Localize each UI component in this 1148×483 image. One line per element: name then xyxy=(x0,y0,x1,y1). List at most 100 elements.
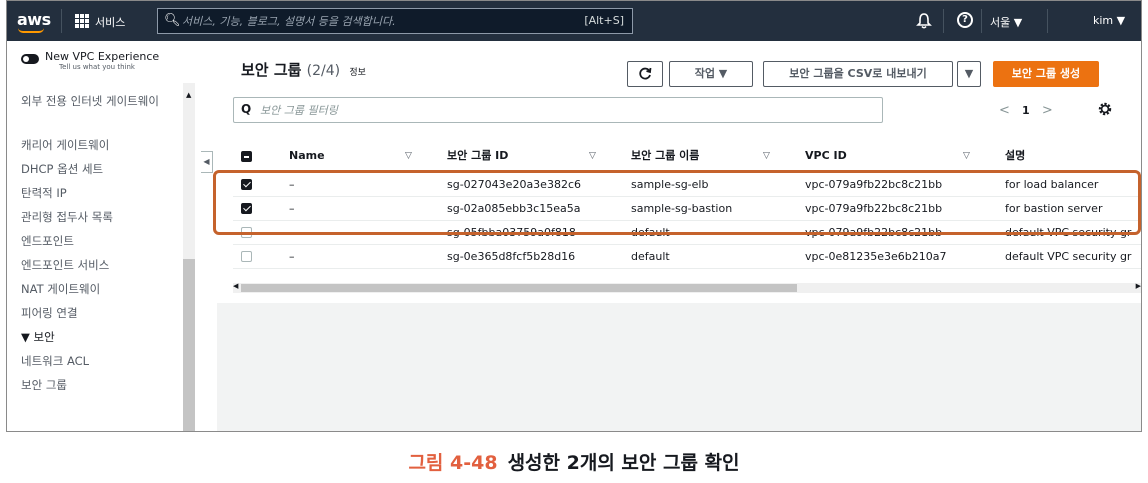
sidebar-item-prefix-lists[interactable]: 관리형 접두사 목록 xyxy=(21,209,181,233)
sort-icon[interactable]: ▽ xyxy=(763,141,770,171)
cell-sg-id[interactable]: sg-0e365d8fcf5b28d16 xyxy=(447,246,575,268)
pager-current-page[interactable]: 1 xyxy=(1022,104,1030,117)
row-checkbox[interactable] xyxy=(241,251,252,262)
cell-sg-id[interactable]: sg-027043e20a3e382c6 xyxy=(447,174,581,196)
global-search-input[interactable] xyxy=(182,12,572,30)
table-row[interactable]: – sg-027043e20a3e382c6 sample-sg-elb vpc… xyxy=(233,174,1141,197)
sidebar-item-endpoints[interactable]: 엔드포인트 xyxy=(21,233,181,257)
search-icon: 🔍︎ xyxy=(164,13,181,28)
scroll-left-icon[interactable]: ◀ xyxy=(233,282,238,290)
table-row[interactable]: – sg-0e365d8fcf5b28d16 default vpc-0e812… xyxy=(233,246,1141,269)
table-row[interactable]: – sg-05fbba03759a0f818 default vpc-079a9… xyxy=(233,222,1141,245)
col-header-name[interactable]: Name xyxy=(289,141,325,172)
select-all-checkbox[interactable] xyxy=(241,151,252,162)
col-header-vpc-id[interactable]: VPC ID xyxy=(805,141,847,172)
row-checkbox[interactable] xyxy=(241,203,252,214)
cell-description: default VPC security gr xyxy=(1005,250,1132,263)
sidebar-scrollbar-thumb[interactable] xyxy=(183,259,195,431)
cell-vpc-id[interactable]: vpc-079a9fb22bc8c21bb xyxy=(805,174,942,196)
services-grid-icon[interactable] xyxy=(75,14,89,28)
sort-icon[interactable]: ▽ xyxy=(589,141,596,171)
cell-sg-id[interactable]: sg-05fbba03759a0f818 xyxy=(447,222,576,244)
export-dropdown-button[interactable]: ▼ xyxy=(957,61,981,87)
cell-name: – xyxy=(289,226,295,239)
cell-sg-name: default xyxy=(631,250,670,263)
security-groups-panel: 보안 그룹 (2/4) 정보 작업 ▼ 보안 그룹을 CSV로 내보내기 ▼ 보… xyxy=(217,41,1141,303)
sidebar-item-network-acl[interactable]: 네트워크 ACL xyxy=(21,353,181,377)
sidebar-item-peering[interactable]: 피어링 연결 xyxy=(21,305,181,329)
notification-bell-icon[interactable] xyxy=(915,12,933,30)
info-link[interactable]: 정보 xyxy=(349,68,366,78)
search-icon: Q xyxy=(241,102,252,116)
col-header-description[interactable]: 설명 xyxy=(1005,141,1025,172)
export-csv-button[interactable]: 보안 그룹을 CSV로 내보내기 xyxy=(763,61,953,87)
sort-icon[interactable]: ▽ xyxy=(405,141,412,171)
filter-box[interactable]: Q xyxy=(233,97,883,123)
vpc-experience-label: New VPC Experience xyxy=(45,50,160,63)
sidebar-item-carrier-gateway[interactable]: 캐리어 게이트웨이 xyxy=(21,137,181,161)
cell-name: – xyxy=(289,178,295,191)
divider xyxy=(943,9,944,33)
scroll-right-icon[interactable]: ▶ xyxy=(1136,282,1141,290)
vpc-experience-toggle[interactable] xyxy=(21,54,39,64)
sidebar-item-elastic-ip[interactable]: 탄력적 IP xyxy=(21,185,181,209)
pager-prev-button[interactable]: < xyxy=(999,103,1010,118)
filter-input[interactable] xyxy=(260,102,860,118)
table-header: Name ▽ 보안 그룹 ID ▽ 보안 그룹 이름 ▽ VPC ID ▽ 설명 xyxy=(233,141,1141,173)
divider xyxy=(61,9,62,33)
aws-logo-smile xyxy=(18,28,44,33)
figure-caption: 그림 4-48 생성한 2개의 보안 그룹 확인 xyxy=(0,448,1148,475)
aws-logo[interactable]: aws xyxy=(17,10,51,29)
table-row[interactable]: – sg-02a085ebb3c15ea5a sample-sg-bastion… xyxy=(233,198,1141,221)
cell-sg-name: sample-sg-bastion xyxy=(631,202,733,215)
page-title: 보안 그룹 (2/4) 정보 xyxy=(241,59,366,80)
figure-caption-text: 생성한 2개의 보안 그룹 확인 xyxy=(507,452,740,474)
search-shortcut: [Alt+S] xyxy=(584,14,624,27)
cell-description: for load balancer xyxy=(1005,178,1099,191)
cell-sg-id[interactable]: sg-02a085ebb3c15ea5a xyxy=(447,198,580,220)
console-window: aws 서비스 🔍︎ [Alt+S] ? 서울 ▼ kim ▼ New VPC … xyxy=(6,0,1142,432)
services-menu[interactable]: 서비스 xyxy=(95,14,125,30)
gear-icon[interactable] xyxy=(1097,101,1113,117)
sidebar-item-endpoint-services[interactable]: 엔드포인트 서비스 xyxy=(21,257,181,281)
cell-vpc-id[interactable]: vpc-079a9fb22bc8c21bb xyxy=(805,198,942,220)
cell-description: for bastion server xyxy=(1005,202,1103,215)
page-title-text: 보안 그룹 xyxy=(241,61,302,79)
divider xyxy=(1047,9,1048,33)
cell-sg-name: sample-sg-elb xyxy=(631,178,709,191)
cell-vpc-id[interactable]: vpc-0e81235e3e6b210a7 xyxy=(805,246,947,268)
actions-dropdown-button[interactable]: 작업 ▼ xyxy=(669,61,753,87)
col-header-sg-id[interactable]: 보안 그룹 ID xyxy=(447,141,508,172)
vpc-experience-feedback-link[interactable]: Tell us what you think xyxy=(59,63,135,71)
create-security-group-button[interactable]: 보안 그룹 생성 xyxy=(993,61,1099,87)
sidebar-item-dhcp-options[interactable]: DHCP 옵션 세트 xyxy=(21,161,181,185)
col-header-sg-name[interactable]: 보안 그룹 이름 xyxy=(631,141,699,172)
main-content: 보안 그룹 (2/4) 정보 작업 ▼ 보안 그룹을 CSV로 내보내기 ▼ 보… xyxy=(217,41,1141,431)
sidebar-item-nat-gateways[interactable]: NAT 게이트웨이 xyxy=(21,281,181,305)
refresh-button[interactable] xyxy=(627,61,663,87)
figure-number: 그림 4-48 xyxy=(408,452,498,474)
cell-name: – xyxy=(289,250,295,263)
sidebar-section-security[interactable]: ▼ 보안 xyxy=(21,329,181,353)
sidebar-item-security-groups[interactable]: 보안 그룹 xyxy=(21,377,181,401)
global-search[interactable]: 🔍︎ [Alt+S] xyxy=(157,8,633,34)
user-menu[interactable]: kim ▼ xyxy=(1093,14,1125,27)
refresh-icon xyxy=(639,67,652,80)
row-checkbox[interactable] xyxy=(241,227,252,238)
row-checkbox[interactable] xyxy=(241,179,252,190)
cell-vpc-id[interactable]: vpc-079a9fb22bc8c21bb xyxy=(805,222,942,244)
table-horizontal-scrollbar[interactable]: ◀ ▶ xyxy=(233,282,1141,293)
sidebar-collapse-button[interactable]: ◀ xyxy=(201,151,213,173)
pager-next-button[interactable]: > xyxy=(1042,103,1053,118)
help-icon[interactable]: ? xyxy=(957,12,973,28)
sort-icon[interactable]: ▽ xyxy=(963,141,970,171)
sidebar-item-egress-only-igw[interactable]: 외부 전용 인터넷 게이트웨이 xyxy=(21,93,181,127)
sidebar-items: 캐리어 게이트웨이 DHCP 옵션 세트 탄력적 IP 관리형 접두사 목록 엔… xyxy=(21,137,181,401)
cell-name: – xyxy=(289,202,295,215)
divider xyxy=(981,9,982,33)
scroll-up-icon[interactable]: ▲ xyxy=(186,91,191,99)
pagination: < 1 > xyxy=(999,103,1053,118)
top-navigation: aws 서비스 🔍︎ [Alt+S] ? 서울 ▼ kim ▼ xyxy=(7,1,1141,41)
region-selector[interactable]: 서울 ▼ xyxy=(990,14,1022,30)
table-scrollbar-thumb[interactable] xyxy=(241,284,797,292)
